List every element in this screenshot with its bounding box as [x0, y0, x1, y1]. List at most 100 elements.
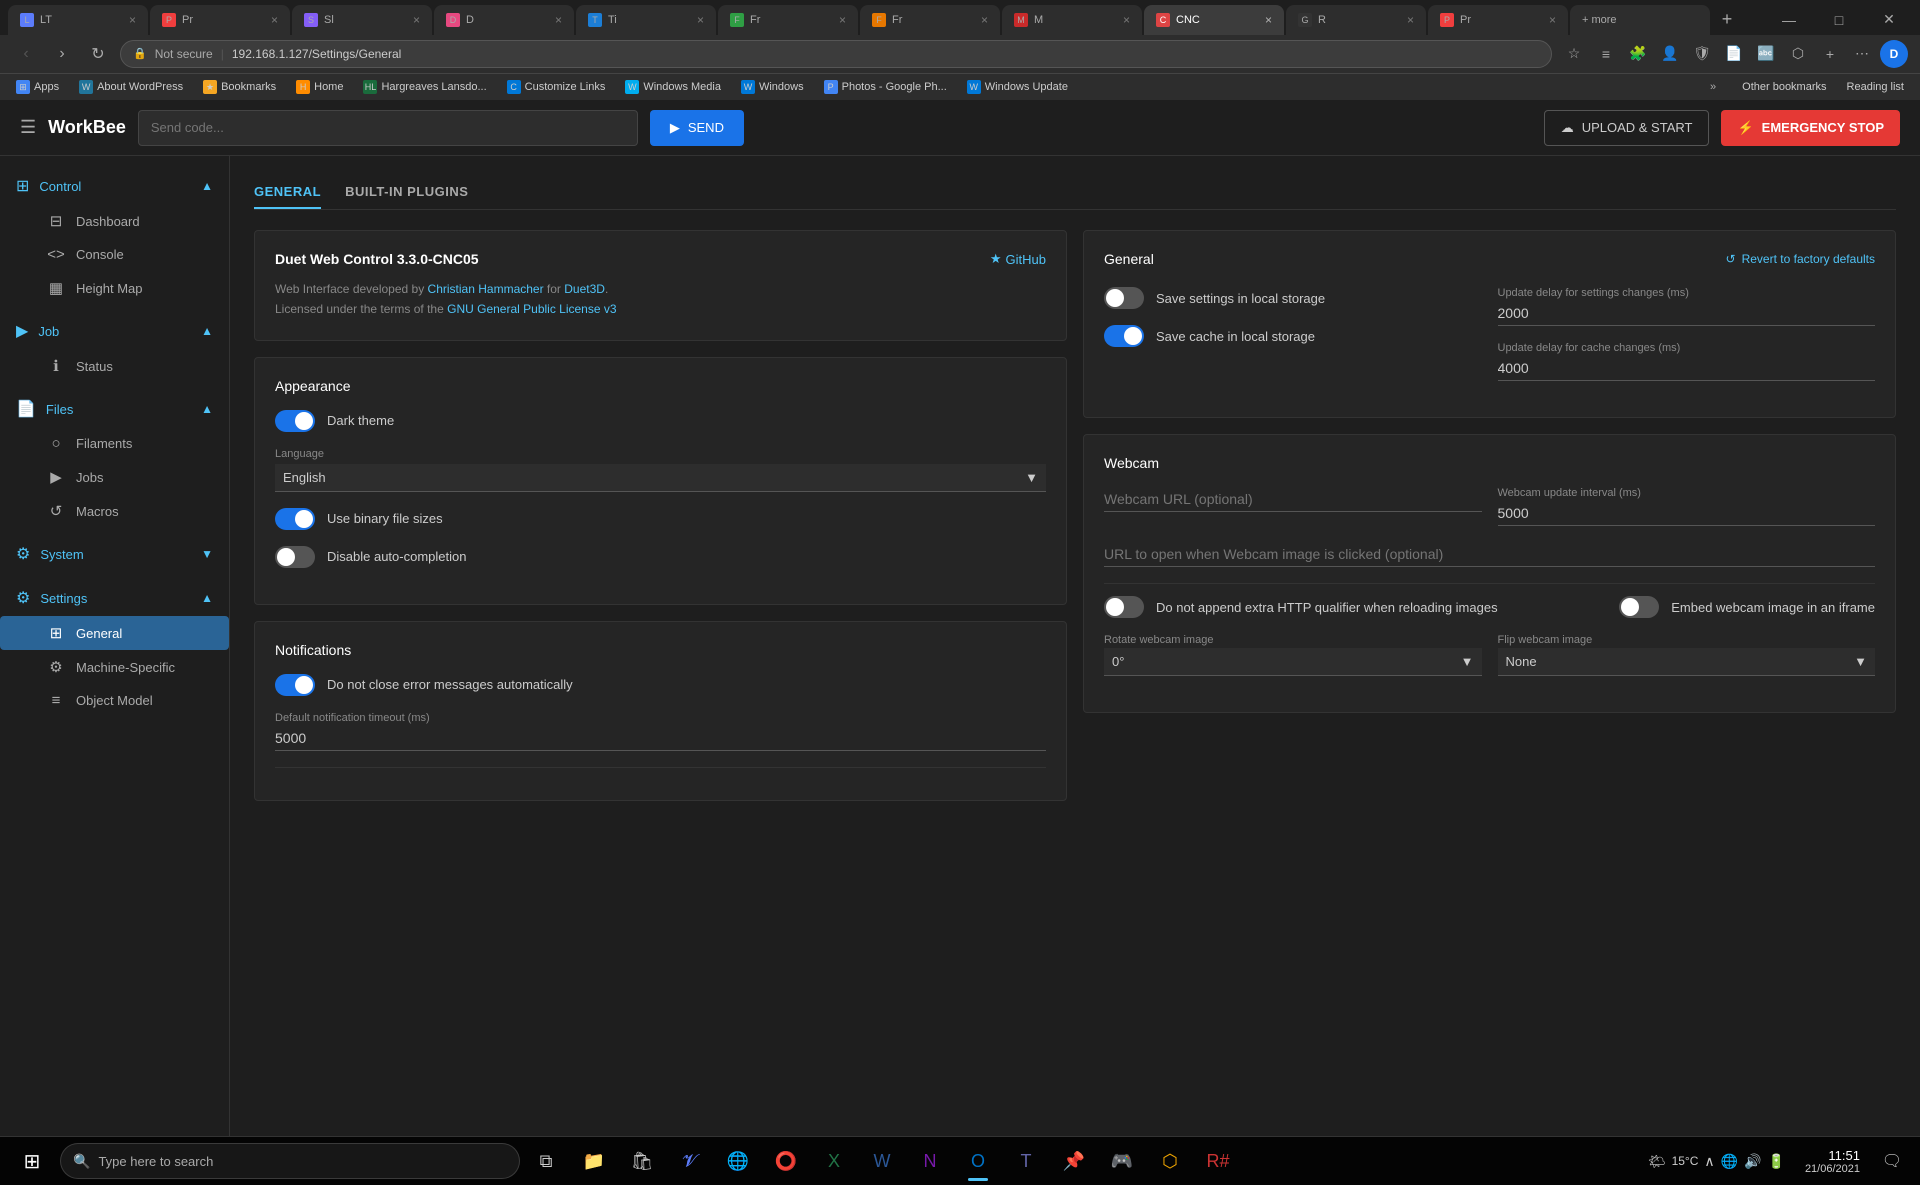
taskbar-word[interactable]: W [860, 1139, 904, 1183]
sidebar-item-general[interactable]: ⊞ General [0, 616, 229, 650]
tab-sl[interactable]: SSl× [292, 5, 432, 35]
taskbar-resharper[interactable]: R# [1196, 1139, 1240, 1183]
dark-theme-toggle[interactable] [275, 410, 315, 432]
save-cache-toggle[interactable] [1104, 325, 1144, 347]
send-code-input[interactable] [138, 110, 638, 146]
github-link[interactable]: ★ GitHub [990, 251, 1046, 267]
embed-iframe-toggle[interactable] [1619, 596, 1659, 618]
binary-sizes-toggle[interactable] [275, 508, 315, 530]
tab-cnc[interactable]: CCNC× [1144, 5, 1284, 35]
hamburger-menu-button[interactable]: ☰ [20, 117, 36, 138]
taskbar-excel[interactable]: X [812, 1139, 856, 1183]
author-link[interactable]: Christian Hammacher [428, 282, 544, 296]
sidebar-item-status[interactable]: ℹ Status [0, 349, 229, 383]
license-link[interactable]: GNU General Public License v3 [447, 302, 616, 316]
pdf-button[interactable]: 📄 [1720, 40, 1748, 68]
bookmark-home[interactable]: H Home [288, 78, 351, 96]
notification-timeout-input[interactable] [275, 726, 1046, 751]
upload-start-button[interactable]: ☁ UPLOAD & START [1544, 110, 1710, 146]
webcam-url-input[interactable] [1104, 487, 1482, 512]
extensions-button[interactable]: 🧩 [1624, 40, 1652, 68]
sidebar-item-filaments[interactable]: ○ Filaments [0, 427, 229, 460]
sidebar-section-header-system[interactable]: ⚙ System ▼ [0, 536, 229, 572]
bookmark-windows-update[interactable]: W Windows Update [959, 78, 1076, 96]
maximize-button[interactable]: □ [1816, 5, 1862, 35]
revert-defaults-button[interactable]: ↺ Revert to factory defaults [1726, 252, 1875, 266]
bookmark-hargreaves[interactable]: HL Hargreaves Lansdo... [355, 78, 494, 96]
more-bookmarks-button[interactable]: » [1704, 79, 1722, 95]
update-delay-input[interactable] [1498, 301, 1876, 326]
tray-battery-icon[interactable]: 🔋 [1768, 1153, 1785, 1170]
webcam-click-url-input[interactable] [1104, 542, 1875, 567]
collections-button[interactable]: + [1816, 40, 1844, 68]
edge-button[interactable]: ⬡ [1784, 40, 1812, 68]
reading-list[interactable]: Reading list [1839, 79, 1912, 95]
tray-network-icon[interactable]: 🌐 [1721, 1153, 1738, 1170]
bookmark-wordpress[interactable]: W About WordPress [71, 78, 191, 96]
tab-d[interactable]: DD× [434, 5, 574, 35]
sidebar-section-header-control[interactable]: ⊞ Control ▲ [0, 168, 229, 204]
emergency-stop-button[interactable]: ⚡ EMERGENCY STOP [1721, 110, 1900, 146]
language-select-wrapper[interactable]: English German French ▼ [275, 464, 1046, 492]
tray-expand-button[interactable]: ∧ [1704, 1153, 1714, 1170]
tab-ti[interactable]: TTi× [576, 5, 716, 35]
save-settings-toggle[interactable] [1104, 287, 1144, 309]
taskbar-pinball[interactable]: 🎮 [1100, 1139, 1144, 1183]
reader-mode[interactable]: ≡ [1592, 40, 1620, 68]
translator-button[interactable]: 🔤 [1752, 40, 1780, 68]
taskbar-search-bar[interactable]: 🔍 Type here to search [60, 1143, 520, 1179]
flip-select-wrapper[interactable]: None Horizontal Vertical Both ▼ [1498, 648, 1876, 676]
tray-weather-icon[interactable]: 🌤 [1648, 1153, 1666, 1170]
bookmark-photos[interactable]: P Photos - Google Ph... [816, 78, 955, 96]
sidebar-item-macros[interactable]: ↺ Macros [0, 494, 229, 528]
sidebar-item-console[interactable]: <> Console [0, 238, 229, 271]
no-close-errors-toggle[interactable] [275, 674, 315, 696]
tab-gh1[interactable]: GR× [1286, 5, 1426, 35]
tab-pr2[interactable]: PPr× [1428, 5, 1568, 35]
address-bar[interactable]: 🔒 Not secure | 192.168.1.127/Settings/Ge… [120, 40, 1552, 68]
no-http-toggle[interactable] [1104, 596, 1144, 618]
adblocker-button[interactable]: 🛡 [1688, 40, 1716, 68]
sidebar-item-object-model[interactable]: ≡ Object Model [0, 684, 229, 717]
account-button[interactable]: 👤 [1656, 40, 1684, 68]
taskbar-visual-studio[interactable]: 𝓥 [668, 1139, 712, 1183]
bookmark-bookmarks[interactable]: ★ Bookmarks [195, 78, 284, 96]
taskbar-office[interactable]: ⭕ [764, 1139, 808, 1183]
taskbar-steelseries[interactable]: ⬡ [1148, 1139, 1192, 1183]
update-cache-input[interactable] [1498, 356, 1876, 381]
bookmark-apps[interactable]: ⊞ Apps [8, 78, 67, 96]
rotate-select-wrapper[interactable]: 0° 90° 180° 270° ▼ [1104, 648, 1482, 676]
start-button[interactable]: ⊞ [8, 1137, 56, 1185]
tab-lt[interactable]: LLT× [8, 5, 148, 35]
tab-fr2[interactable]: FFr× [860, 5, 1000, 35]
sidebar-section-header-job[interactable]: ▶ Job ▲ [0, 313, 229, 349]
new-tab-button[interactable]: + [1712, 5, 1742, 35]
close-button[interactable]: ✕ [1866, 5, 1912, 35]
disable-autocomplete-toggle[interactable] [275, 546, 315, 568]
minimize-button[interactable]: — [1766, 5, 1812, 35]
tab-general[interactable]: GENERAL [254, 176, 321, 209]
clock[interactable]: 11:51 21/06/2021 [1797, 1148, 1868, 1175]
webcam-interval-input[interactable] [1498, 501, 1876, 526]
back-button[interactable]: ‹ [12, 40, 40, 68]
sidebar-item-machine-specific[interactable]: ⚙ Machine-Specific [0, 650, 229, 684]
taskbar-teams[interactable]: T [1004, 1139, 1048, 1183]
tab-m[interactable]: MM× [1002, 5, 1142, 35]
tab-fr1[interactable]: FFr× [718, 5, 858, 35]
taskbar-outlook[interactable]: O [956, 1139, 1000, 1183]
bookmark-windows-media[interactable]: W Windows Media [617, 78, 729, 96]
taskbar-chrome[interactable]: 🌐 [716, 1139, 760, 1183]
language-select[interactable]: English German French [283, 470, 1025, 485]
task-view-button[interactable]: ⧉ [524, 1139, 568, 1183]
duet3d-link[interactable]: Duet3D [564, 282, 605, 296]
tray-volume-icon[interactable]: 🔊 [1744, 1153, 1761, 1170]
bookmark-star[interactable]: ☆ [1560, 40, 1588, 68]
sidebar-section-header-files[interactable]: 📄 Files ▲ [0, 391, 229, 427]
tab-more[interactable]: + more [1570, 5, 1710, 35]
tab-built-in-plugins[interactable]: BUILT-IN PLUGINS [345, 176, 468, 209]
bookmark-windows[interactable]: W Windows [733, 78, 812, 96]
other-bookmarks[interactable]: Other bookmarks [1734, 79, 1834, 95]
sidebar-section-header-settings[interactable]: ⚙ Settings ▲ [0, 580, 229, 616]
profile-button[interactable]: D [1880, 40, 1908, 68]
rotate-select[interactable]: 0° 90° 180° 270° [1112, 654, 1461, 669]
